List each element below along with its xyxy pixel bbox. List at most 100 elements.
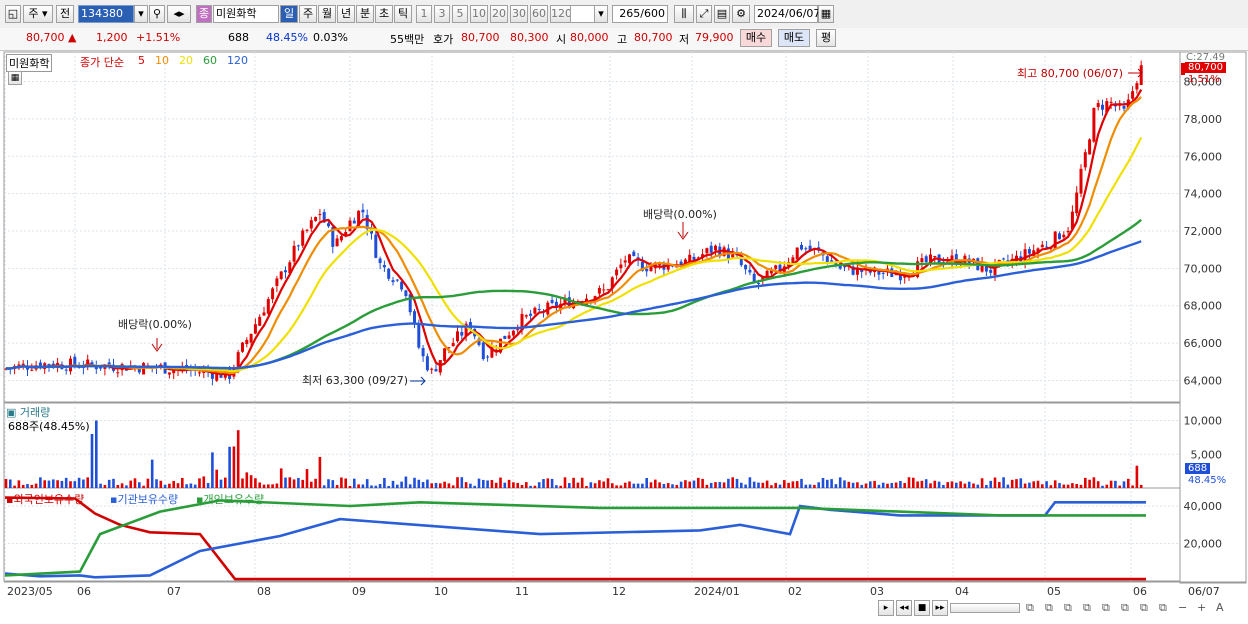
zoom-tool-icon-6[interactable]: ⧉ [1140, 601, 1148, 615]
zoom-tool-icon-9[interactable]: + [1197, 601, 1206, 614]
volume-bar [348, 485, 352, 488]
period-tab-1[interactable]: 주 [299, 5, 317, 23]
period-tab-2[interactable]: 월 [318, 5, 336, 23]
volume-bar [705, 484, 709, 488]
volume-bar [658, 482, 661, 488]
zoom-tool-icon-0[interactable]: ⧉ [1026, 601, 1034, 615]
volume-bar [185, 484, 188, 488]
candle-body [1053, 231, 1057, 249]
holding-legend-2[interactable]: ▪개인보유수량 [196, 491, 264, 507]
period-tab-6[interactable]: 틱 [394, 5, 412, 23]
volume-bar [623, 482, 627, 488]
zoom-tool-icon-3[interactable]: ⧉ [1083, 601, 1091, 615]
count-field[interactable]: 265/600 [612, 5, 668, 23]
candle-body [537, 309, 541, 311]
code-dropdown-icon[interactable]: ▾ [134, 5, 148, 23]
ma-legend-5[interactable]: 5 [138, 54, 145, 67]
zoom-tool-icon-5[interactable]: ⧉ [1121, 601, 1129, 615]
stock-name-field[interactable]: 미원화학 [213, 5, 279, 23]
period-tab-3[interactable]: 년 [337, 5, 355, 23]
volume-bar [783, 480, 786, 488]
interval-button-10[interactable]: 10 [470, 5, 488, 23]
period-tab-4[interactable]: 분 [356, 5, 374, 23]
grid-toggle-icon[interactable]: ▦ [8, 71, 22, 85]
zoom-tool-icon-2[interactable]: ⧉ [1064, 601, 1072, 615]
volume-bar [47, 480, 51, 488]
holding-legend-0[interactable]: ▪외국인보유수량 [6, 491, 84, 507]
volume-bar [804, 484, 808, 488]
interval-button-20[interactable]: 20 [490, 5, 508, 23]
period-tab-0[interactable]: 일 [280, 5, 298, 23]
buy-button[interactable]: 매수 [740, 29, 772, 47]
volume-bar [1135, 465, 1139, 488]
scroll-button-2[interactable]: ■ [914, 600, 930, 616]
candle-body [804, 248, 808, 250]
candle-body [309, 220, 313, 229]
volume-bar [1032, 481, 1035, 488]
volume-bar [615, 485, 618, 488]
interval-button-5[interactable]: 5 [452, 5, 468, 23]
interval-dropdown-icon[interactable]: ▾ [594, 5, 608, 23]
chart-area[interactable]: 80,000 78,000 76,000 74,000 72,000 70,000 68,0… [0, 51, 1248, 621]
candle-body [400, 281, 404, 290]
volume-bar [95, 420, 98, 488]
screen-icon[interactable]: ◱ [5, 5, 21, 23]
candle-body [1027, 249, 1031, 254]
zoom-tool-icon-8[interactable]: − [1178, 601, 1187, 614]
scroll-button-3[interactable]: ▸▸ [932, 600, 948, 616]
ma-legend-120[interactable]: 120 [227, 54, 248, 67]
price-tick-label: 64,000 [1184, 374, 1223, 387]
volume-bar [116, 485, 120, 488]
volume-bar [267, 484, 270, 488]
change-value: 1,200 [96, 31, 128, 44]
candle-type-icon[interactable]: ⫼ [674, 5, 694, 23]
ma-legend-10[interactable]: 10 [155, 54, 169, 67]
zoom-tool-icon-10[interactable]: A [1216, 601, 1224, 614]
holding-legend-1[interactable]: ▪기관보유수량 [110, 491, 178, 507]
ma-legend-60[interactable]: 60 [203, 54, 217, 67]
draw-tool-icon[interactable]: ⤢ [696, 5, 712, 23]
chart-canvas[interactable]: 80,00078,00076,00074,00072,00070,00068,0… [0, 51, 1248, 621]
volume-bar [13, 485, 16, 488]
volume-bar [1096, 481, 1100, 488]
price-panel-name[interactable]: 미원화학 [6, 54, 53, 72]
date-field[interactable]: 2024/06/07 [754, 5, 820, 23]
volume-bar [17, 480, 21, 488]
ma-legend-20[interactable]: 20 [179, 54, 193, 67]
bid-price: 80,300 [510, 31, 549, 44]
volume-bar [886, 483, 889, 488]
candle-body [271, 288, 275, 300]
candle-body [327, 223, 330, 227]
save-icon[interactable]: ▤ [714, 5, 730, 23]
zoom-tool-icon-7[interactable]: ⧉ [1159, 601, 1167, 615]
code-input[interactable]: 134380 [78, 5, 134, 23]
volume-bar [860, 484, 863, 488]
interval-button-3[interactable]: 3 [434, 5, 450, 23]
candle-body [296, 245, 300, 247]
candle-body [318, 214, 322, 216]
period-unit-select[interactable]: 주 ▾ [23, 5, 53, 23]
zoom-tool-icon-1[interactable]: ⧉ [1045, 601, 1053, 615]
period-tab-5[interactable]: 초 [375, 5, 393, 23]
scroll-button-0[interactable]: ▸ [878, 600, 894, 616]
volume-bar [834, 484, 838, 488]
volume-bar [559, 485, 562, 488]
speaker-icon[interactable]: ◂▸ [167, 5, 191, 23]
interval-button-120[interactable]: 120 [550, 5, 572, 23]
volume-bar [305, 469, 309, 488]
settings-gear-icon[interactable]: ⚙ [732, 5, 750, 23]
zoom-tool-icon-4[interactable]: ⧉ [1102, 601, 1110, 615]
eval-button[interactable]: 평 [816, 29, 836, 47]
volume-bar [572, 477, 575, 488]
holding-tick-label: 20,000 [1184, 538, 1223, 551]
sell-button[interactable]: 매도 [778, 29, 810, 47]
prev-button[interactable]: 전 [56, 5, 74, 23]
scroll-bar[interactable] [950, 603, 1020, 613]
search-icon[interactable]: ⚲ [149, 5, 165, 23]
volume-bar [391, 480, 395, 488]
interval-button-1[interactable]: 1 [416, 5, 432, 23]
interval-button-60[interactable]: 60 [530, 5, 548, 23]
interval-button-30[interactable]: 30 [510, 5, 528, 23]
calendar-icon[interactable]: ▦ [818, 5, 834, 23]
scroll-button-1[interactable]: ◂◂ [896, 600, 912, 616]
